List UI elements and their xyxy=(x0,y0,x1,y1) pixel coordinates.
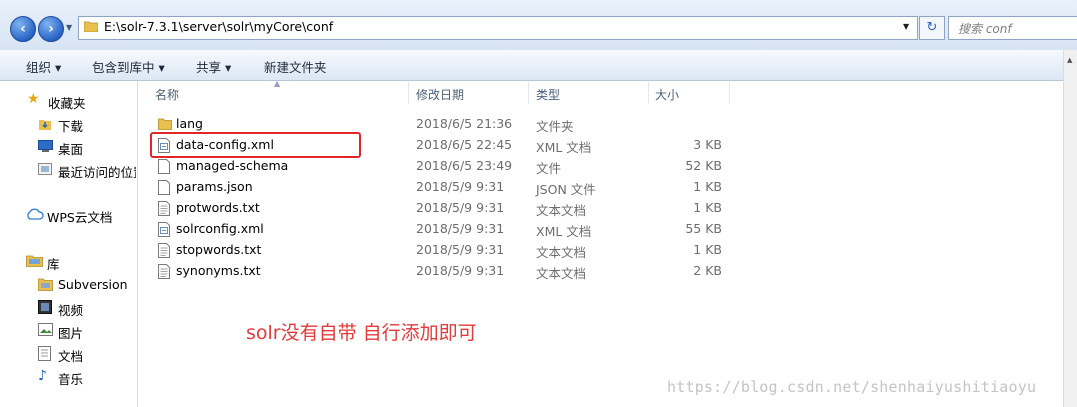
text-file-icon xyxy=(158,264,170,282)
nav-music[interactable]: 音乐 xyxy=(58,369,83,388)
file-name: lang xyxy=(176,116,203,131)
folder-icon xyxy=(83,20,99,33)
file-modified: 2018/6/5 22:45 xyxy=(416,137,513,152)
sort-arrow-icon: ▲ xyxy=(274,79,281,88)
file-size: 55 KB xyxy=(685,221,722,236)
file-type: 文件 xyxy=(536,161,562,176)
column-divider[interactable] xyxy=(648,82,649,104)
organize-button[interactable]: 组织 ▾ xyxy=(26,57,61,76)
file-type: 文本文档 xyxy=(536,203,587,218)
nav-documents[interactable]: 文档 xyxy=(58,346,83,365)
nav-favorites[interactable]: 收藏夹 xyxy=(48,93,86,112)
libraries-icon xyxy=(26,253,43,270)
file-size: 1 KB xyxy=(693,200,722,215)
recent-pages-dropdown-icon[interactable]: ▼ xyxy=(66,23,72,32)
new-folder-button[interactable]: 新建文件夹 xyxy=(264,57,327,76)
file-name: protwords.txt xyxy=(176,200,260,215)
file-modified: 2018/5/9 9:31 xyxy=(416,263,505,278)
back-button[interactable]: ‹ xyxy=(10,16,36,42)
column-header-modified[interactable]: 修改日期 xyxy=(416,86,464,103)
column-header-name[interactable]: 名称 xyxy=(155,86,179,103)
nav-recent-places[interactable]: 最近访问的位置 xyxy=(58,162,136,181)
file-name: managed-schema xyxy=(176,158,289,173)
documents-icon xyxy=(38,346,51,364)
nav-videos[interactable]: 视频 xyxy=(58,300,83,319)
forward-button[interactable]: › xyxy=(38,16,64,42)
file-icon xyxy=(158,159,170,177)
file-name: stopwords.txt xyxy=(176,242,262,257)
xml-file-icon xyxy=(158,222,170,240)
pictures-icon xyxy=(38,323,53,339)
text-file-icon xyxy=(158,243,170,261)
file-name: params.json xyxy=(176,179,253,194)
file-modified: 2018/6/5 21:36 xyxy=(416,116,513,131)
address-path[interactable]: E:\solr-7.3.1\server\solr\myCore\conf xyxy=(104,19,333,34)
file-type: 文件夹 xyxy=(536,119,574,134)
folder-icon xyxy=(158,117,172,133)
desktop-icon xyxy=(38,140,53,156)
videos-icon xyxy=(38,300,52,317)
text-file-icon xyxy=(158,201,170,219)
nav-subversion[interactable]: Subversion xyxy=(58,277,128,292)
subversion-icon xyxy=(38,277,53,294)
file-type: 文本文档 xyxy=(536,266,587,281)
vertical-scrollbar[interactable]: ▲ xyxy=(1063,50,1077,407)
search-placeholder: 搜索 conf xyxy=(958,22,1012,36)
file-size: 52 KB xyxy=(685,158,722,173)
file-modified: 2018/5/9 9:31 xyxy=(416,200,505,215)
file-size: 2 KB xyxy=(693,263,722,278)
nav-wps-cloud[interactable]: WPS云文档 xyxy=(47,207,112,226)
address-dropdown-icon[interactable]: ▼ xyxy=(903,22,909,31)
file-modified: 2018/5/9 9:31 xyxy=(416,242,505,257)
downloads-icon xyxy=(38,117,52,134)
file-type: XML 文档 xyxy=(536,140,592,155)
refresh-button[interactable]: ↻ xyxy=(919,16,945,40)
file-size: 1 KB xyxy=(693,242,722,257)
watermark-text: https://blog.csdn.net/shenhaiyushitiaoyu xyxy=(667,378,1037,396)
column-header-type[interactable]: 类型 xyxy=(536,86,560,103)
highlight-box xyxy=(150,132,361,158)
recent-places-icon xyxy=(38,162,53,179)
file-modified: 2018/5/9 9:31 xyxy=(416,221,505,236)
column-divider[interactable] xyxy=(408,82,409,104)
file-type: XML 文档 xyxy=(536,224,592,239)
file-modified: 2018/5/9 9:31 xyxy=(416,179,505,194)
file-modified: 2018/6/5 23:49 xyxy=(416,158,513,173)
file-icon xyxy=(158,180,170,198)
file-size: 1 KB xyxy=(693,179,722,194)
star-icon: ★ xyxy=(27,91,40,107)
scroll-up-icon[interactable]: ▲ xyxy=(1067,56,1072,64)
nav-desktop[interactable]: 桌面 xyxy=(58,139,83,158)
annotation-text: solr没有自带 自行添加即可 xyxy=(246,322,477,344)
file-name: synonyms.txt xyxy=(176,263,261,278)
file-type: 文本文档 xyxy=(536,245,587,260)
column-header-size[interactable]: 大小 xyxy=(655,86,679,103)
file-size: 3 KB xyxy=(693,137,722,152)
nav-libraries[interactable]: 库 xyxy=(47,254,60,273)
file-type: JSON 文件 xyxy=(536,182,596,197)
share-button[interactable]: 共享 ▾ xyxy=(196,57,231,76)
wps-cloud-icon xyxy=(26,208,44,223)
include-in-library-button[interactable]: 包含到库中 ▾ xyxy=(92,57,165,76)
music-icon: ♪ xyxy=(38,368,47,384)
column-divider[interactable] xyxy=(729,82,730,104)
column-divider[interactable] xyxy=(528,82,529,104)
nav-downloads[interactable]: 下载 xyxy=(58,116,83,135)
nav-pictures[interactable]: 图片 xyxy=(58,323,83,342)
file-name: solrconfig.xml xyxy=(176,221,264,236)
